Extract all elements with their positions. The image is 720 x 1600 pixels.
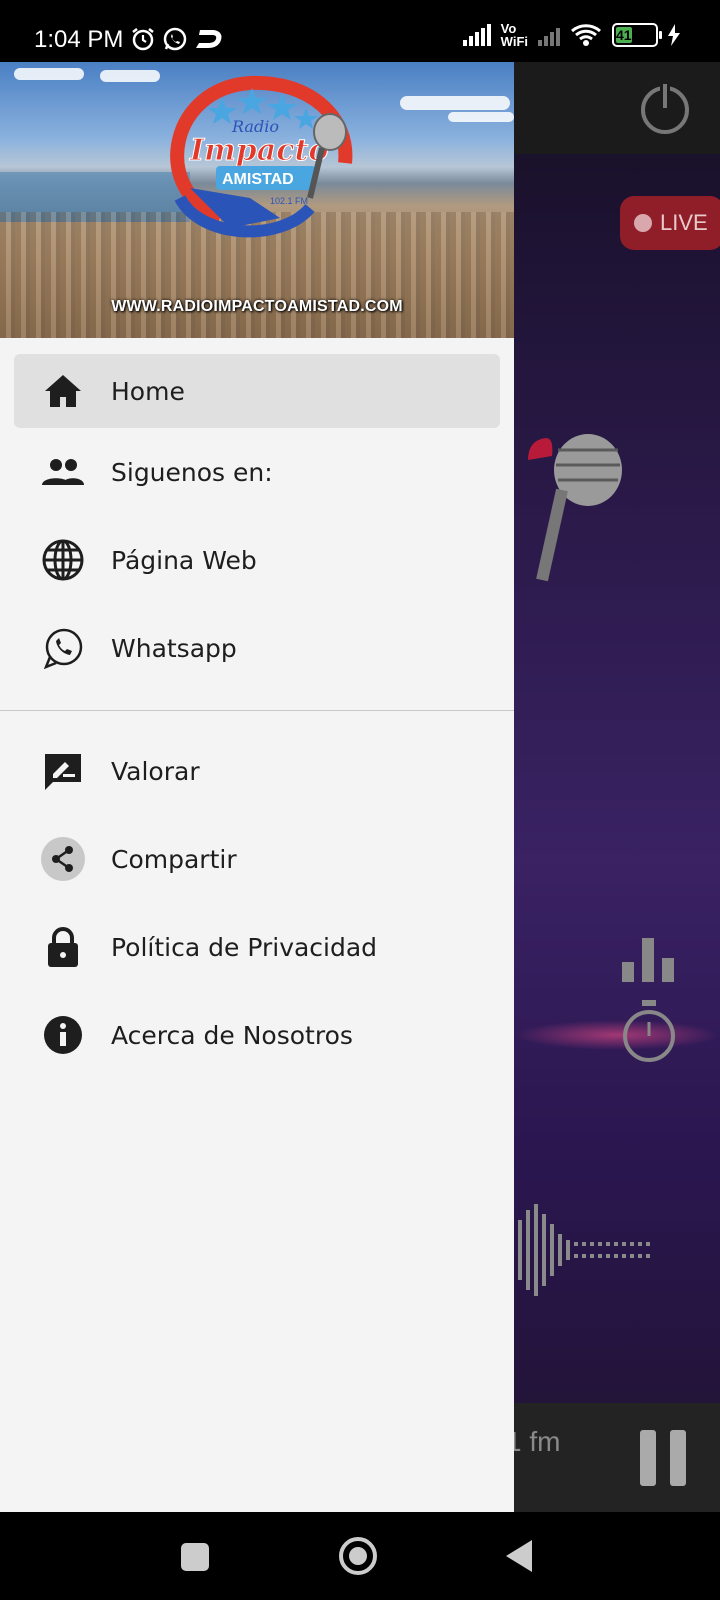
menu-item-label: Home [111,376,185,406]
radio-logo: Radio Impacto AMISTAD 102.1 FM [170,75,353,238]
globe-icon [40,537,86,583]
menu-divider [0,710,514,711]
cloud [100,70,160,82]
signal-2-icon [538,24,560,46]
website-url-banner: WWW.RADIOIMPACTOAMISTAD.COM [111,298,403,315]
live-dot-icon [634,214,652,232]
menu-item-valorar[interactable]: Valorar [0,727,514,815]
menu-item-label: Acerca de Nosotros [111,1020,353,1050]
menu-item-compartir[interactable]: Compartir [0,815,514,903]
drawer-menu: Home Siguenos en: Página Web Whatsapp Va… [0,354,514,1079]
vowifi-label: Vo WiFi [500,21,528,49]
cloud [14,68,84,80]
pause-button[interactable] [640,1430,686,1488]
alarm-icon [132,28,154,51]
pause-icon-bar [670,1430,686,1486]
share-icon [40,836,86,882]
microphone-image [528,434,622,582]
pause-icon-bar [640,1430,656,1486]
cloud [448,112,514,122]
player-title: 1 fm [506,1426,561,1457]
live-label: LIVE [660,210,708,235]
whatsapp-status-icon [163,27,187,51]
battery-icon: 41 [612,23,662,47]
logo-text-main: Impacto [189,133,328,168]
status-notification-icons [130,26,228,52]
back-button[interactable] [506,1540,532,1572]
sleep-timer-icon[interactable] [620,1000,678,1064]
battery-level: 41 [616,27,632,43]
menu-item-politica[interactable]: Política de Privacidad [0,903,514,991]
whatsapp-icon [40,625,86,671]
menu-item-pagina-web[interactable]: Página Web [0,516,514,604]
menu-item-label: Política de Privacidad [111,932,378,962]
home-icon [40,368,86,414]
menu-item-home[interactable]: Home [14,354,500,428]
equalizer-icon[interactable] [622,936,676,986]
navigation-drawer: Radio Impacto AMISTAD 102.1 FM WWW.RADIO… [0,62,514,1512]
menu-item-label: Compartir [111,844,237,874]
lock-icon [40,924,86,970]
stage-glow [514,1020,720,1050]
menu-item-label: Siguenos en: [111,457,273,487]
status-time: 1:04 PM [34,26,124,53]
logo-text-sub: AMISTAD [222,171,294,188]
menu-item-label: Whatsapp [111,633,237,663]
home-nav-button[interactable] [339,1537,377,1575]
audio-wave-icon [518,1204,652,1296]
signal-icon [462,24,491,46]
status-system-icons: Vo WiFi 41 [462,21,680,49]
wifi-icon [571,24,601,46]
menu-item-whatsapp[interactable]: Whatsapp [0,604,514,692]
menu-item-label: Valorar [111,756,200,786]
status-bar: 1:04 PM Vo WiFi 41 [0,0,720,62]
people-icon [40,449,86,495]
logo-freq: 102.1 FM [270,196,308,206]
drawer-header-image: Radio Impacto AMISTAD 102.1 FM WWW.RADIO… [0,62,514,338]
menu-item-siguenos[interactable]: Siguenos en: [0,428,514,516]
charging-icon [668,24,680,46]
cloud [400,96,510,110]
info-icon [40,1012,86,1058]
live-badge: LIVE [620,196,720,250]
recents-button[interactable] [181,1543,209,1571]
d-app-icon [196,30,222,48]
menu-item-label: Página Web [111,545,257,575]
rate-review-icon [40,748,86,794]
power-icon[interactable] [638,80,692,134]
menu-item-acerca[interactable]: Acerca de Nosotros [0,991,514,1079]
